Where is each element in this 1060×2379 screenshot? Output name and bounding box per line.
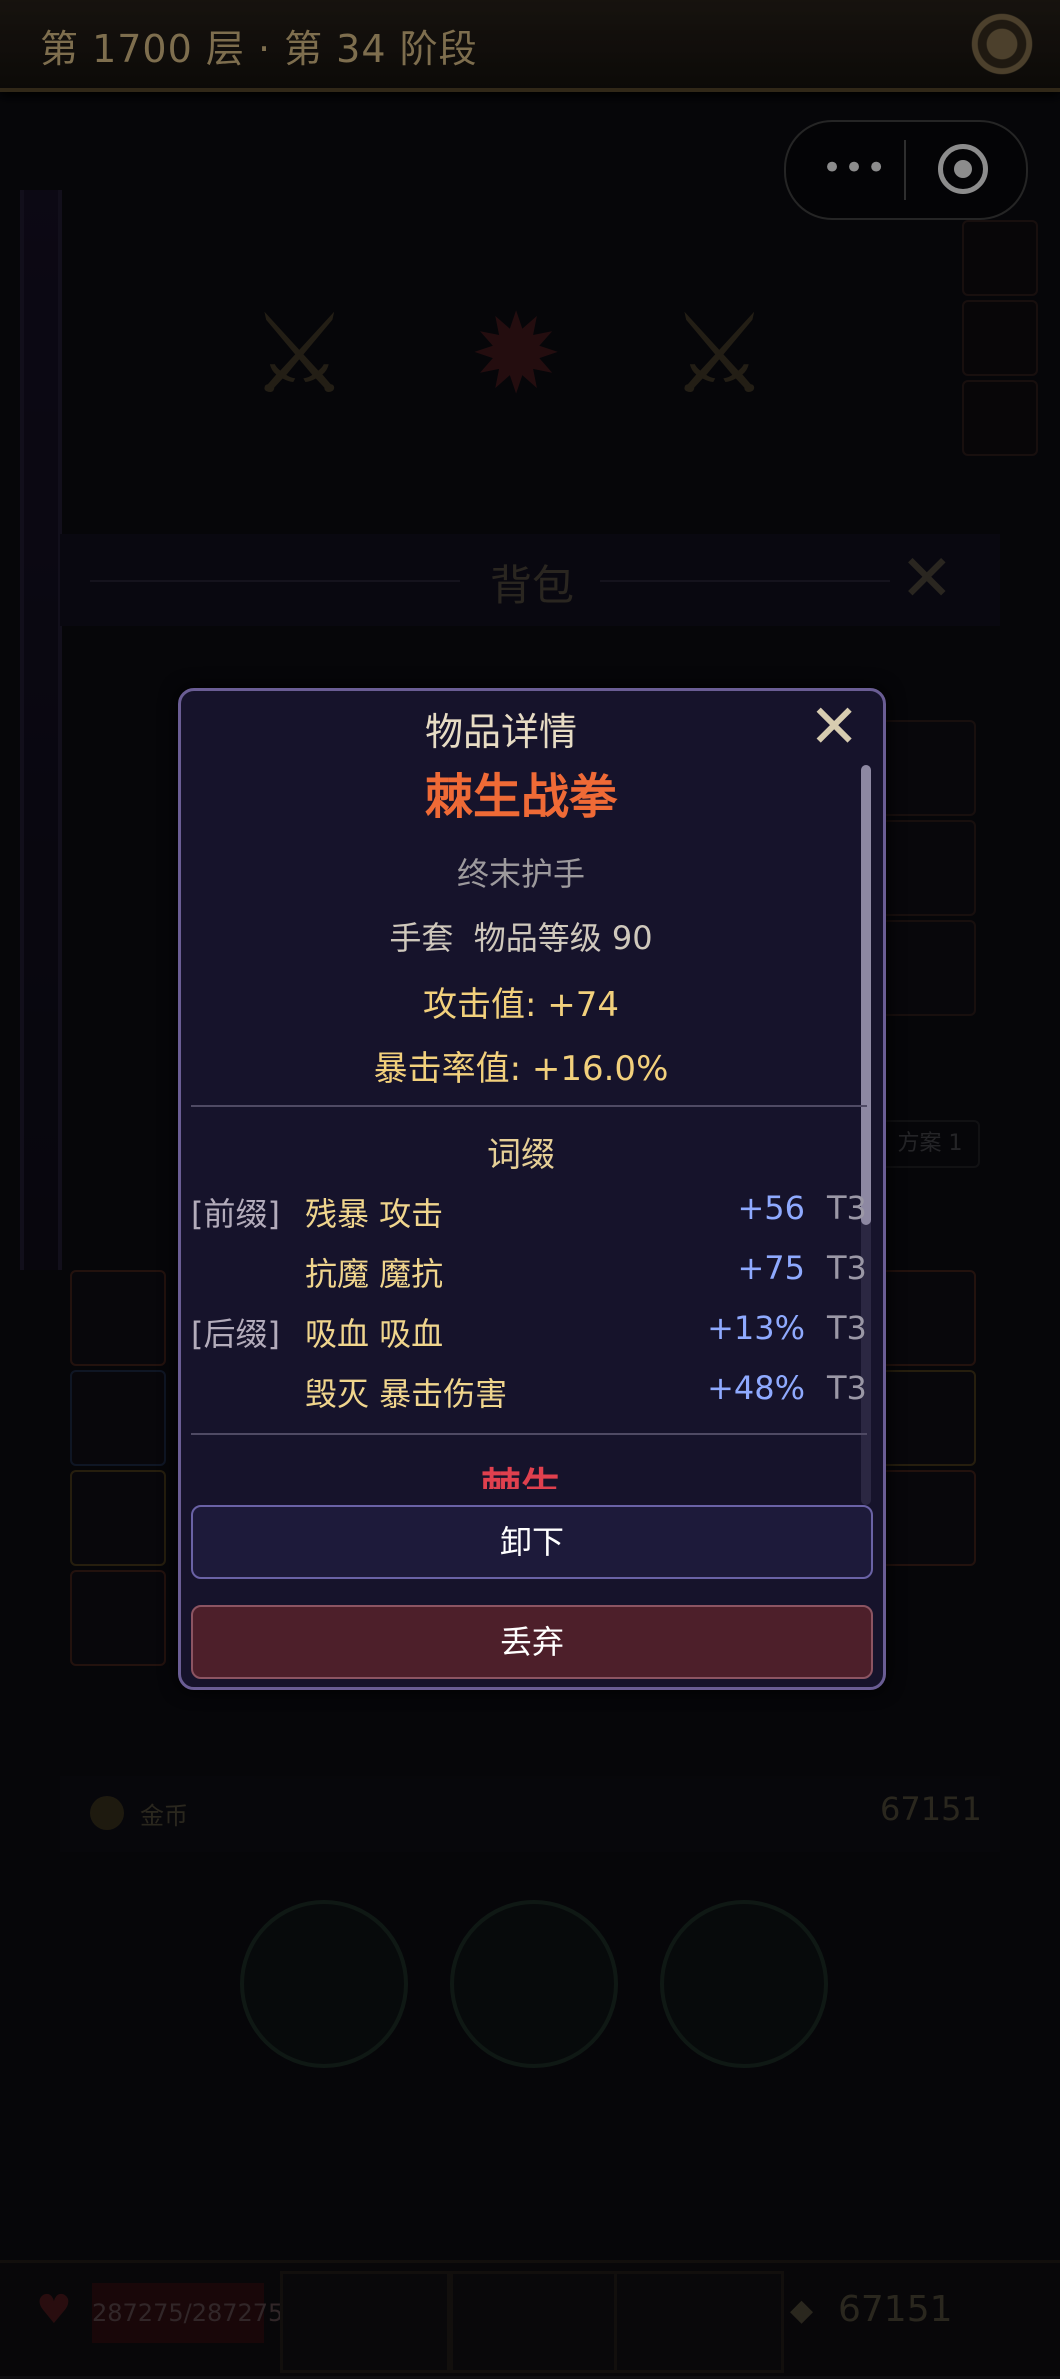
item-name: 棘生战拳	[424, 769, 617, 825]
affix-value: +75	[737, 1249, 805, 1287]
set-name: 棘生	[481, 1465, 561, 1489]
affix-value: +48%	[707, 1369, 805, 1407]
scrollbar-thumb[interactable]	[861, 765, 871, 1225]
affix-tier: T3	[827, 1249, 867, 1287]
affix-tier: T3	[827, 1189, 867, 1227]
affix-name: 抗魔 魔抗	[305, 1255, 444, 1293]
affix-value: +56	[737, 1189, 805, 1227]
stat-line: 攻击值: +74	[422, 985, 619, 1025]
divider	[191, 1105, 867, 1107]
stat-line: 暴击率值: +16.0%	[373, 1049, 669, 1089]
affix-row: 抗魔 魔抗 +75 T3	[181, 1249, 881, 1293]
close-icon[interactable]: ✕	[809, 697, 859, 757]
affix-name: 毁灭 暴击伤害	[305, 1375, 508, 1413]
affix-row: 毁灭 暴击伤害 +48% T3	[181, 1369, 881, 1413]
affix-tag: [后缀]	[191, 1315, 280, 1353]
item-detail-modal: 物品详情 ✕ 棘生战拳 终末护手 手套 物品等级 90 攻击值: +74 暴击率…	[178, 688, 886, 1690]
affix-row: [后缀] 吸血 吸血 +13% T3	[181, 1309, 881, 1353]
item-meta: 手套 物品等级 90	[389, 919, 653, 957]
affix-tier: T3	[827, 1369, 867, 1407]
modal-title: 物品详情	[424, 710, 577, 754]
divider	[191, 1433, 867, 1435]
affix-name: 吸血 吸血	[305, 1315, 444, 1353]
item-base-type: 终末护手	[456, 855, 585, 893]
affix-header: 词缀	[487, 1135, 555, 1175]
unequip-button[interactable]: 卸下	[191, 1505, 873, 1579]
affix-name: 残暴 攻击	[305, 1195, 444, 1233]
affix-value: +13%	[707, 1309, 805, 1347]
affix-tag: [前缀]	[191, 1195, 280, 1233]
affix-tier: T3	[827, 1309, 867, 1347]
affix-row: [前缀] 残暴 攻击 +56 T3	[181, 1189, 881, 1233]
discard-button[interactable]: 丢弃	[191, 1605, 873, 1679]
